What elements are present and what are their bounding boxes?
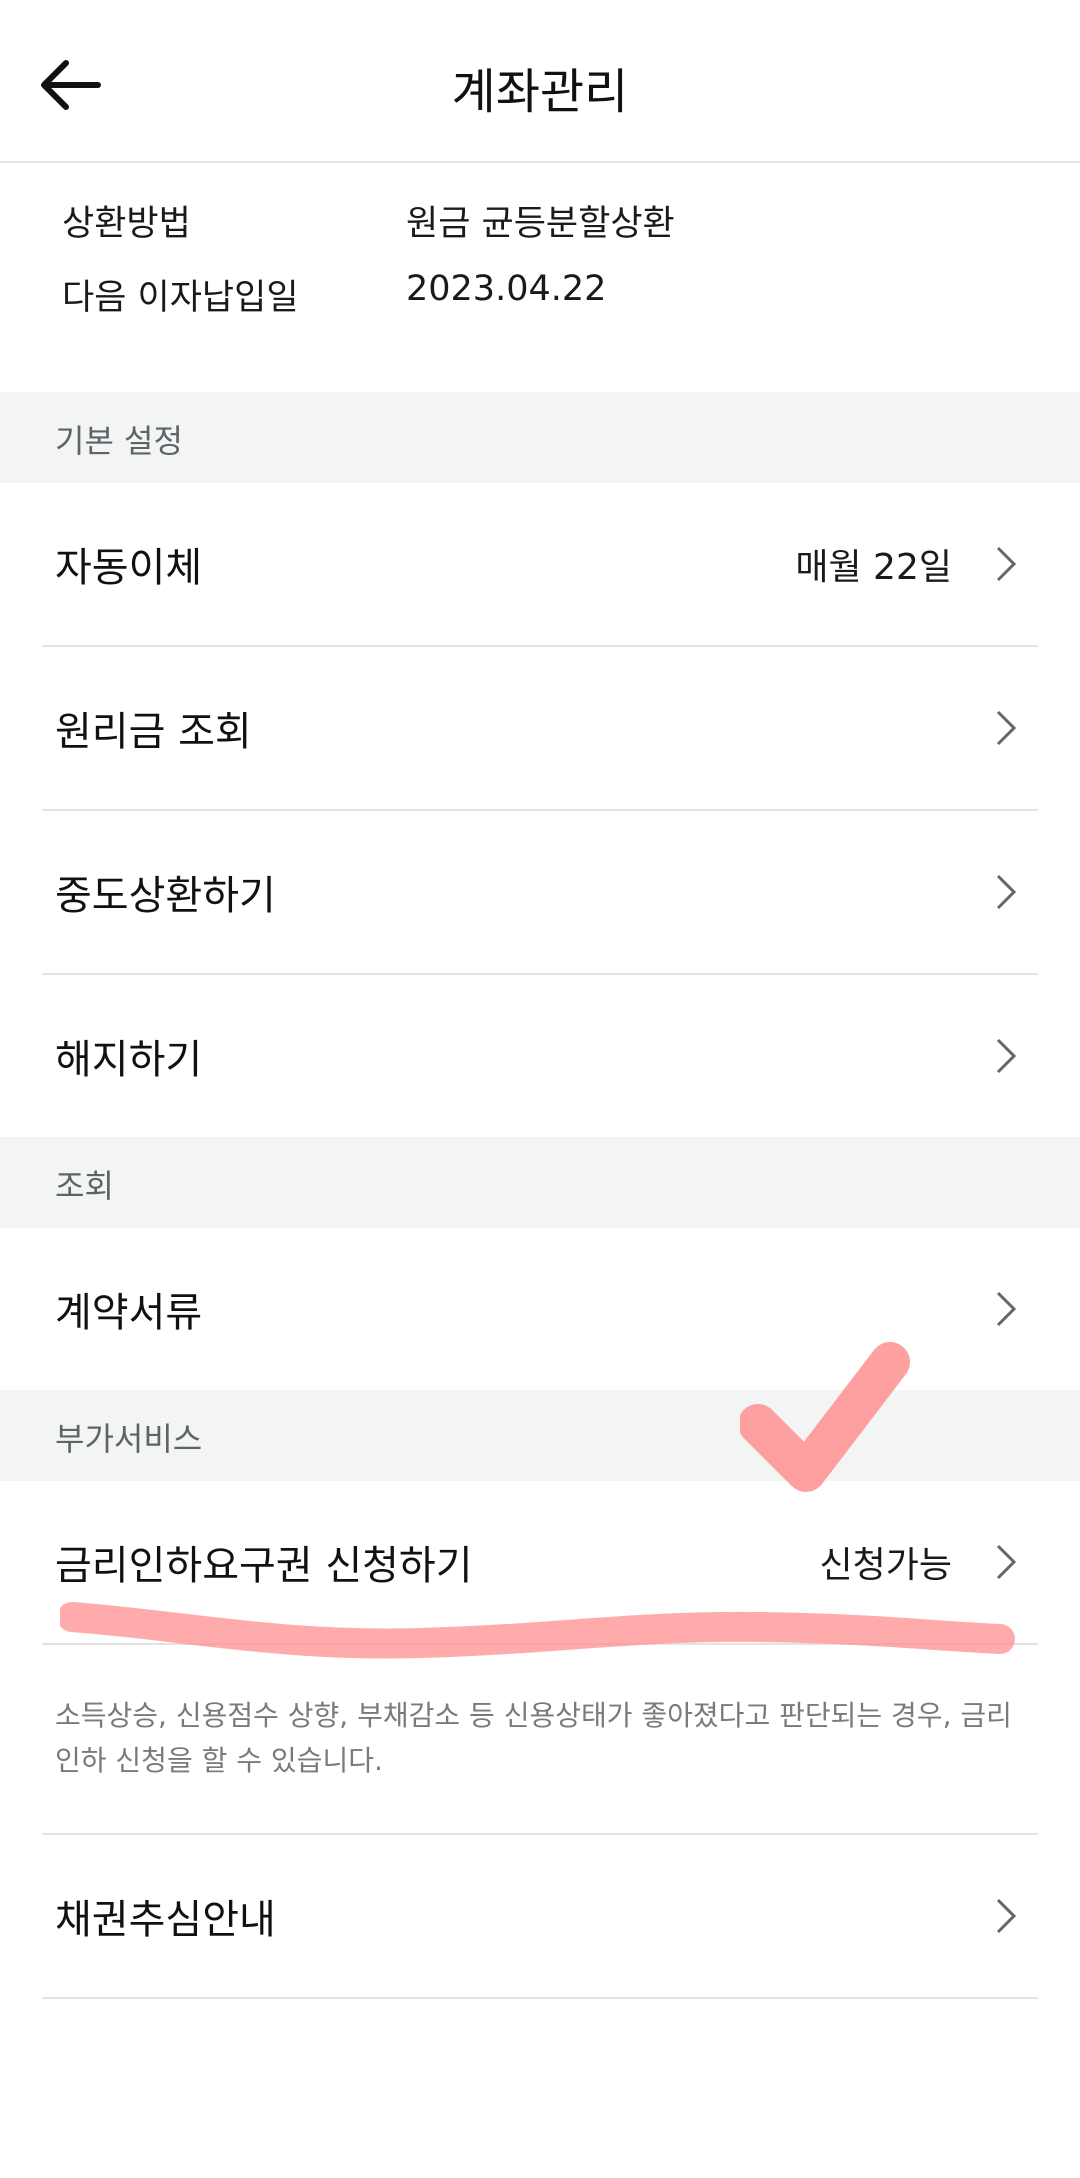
early-repayment-label: 중도상환하기: [55, 873, 276, 919]
contract-documents-row[interactable]: 계약서류: [0, 1228, 1080, 1390]
chevron-right-icon: [996, 1898, 1017, 1934]
section-extra-services: 부가서비스: [0, 1390, 1080, 1481]
chevron-right-icon: [996, 1544, 1017, 1580]
section-basic-settings: 기본 설정: [0, 392, 1080, 483]
debt-collection-info-row[interactable]: 채권추심안내: [0, 1835, 1080, 1997]
auto-transfer-label: 자동이체: [55, 545, 203, 591]
chevron-right-icon: [996, 710, 1017, 746]
app-header: 계좌관리: [0, 0, 1080, 163]
section-inquiry: 조회: [0, 1137, 1080, 1228]
section-title: 조회: [55, 1167, 114, 1205]
chevron-right-icon: [996, 546, 1017, 582]
page-title: 계좌관리: [451, 64, 629, 120]
debt-collection-info-label: 채권추심안내: [55, 1897, 276, 1943]
row-divider: [42, 1997, 1038, 1999]
section-title: 부가서비스: [55, 1420, 203, 1458]
auto-transfer-row[interactable]: 자동이체 매월 22일: [0, 483, 1080, 645]
next-interest-date-label: 다음 이자납입일: [62, 278, 299, 318]
rate-cut-request-label: 금리인하요구권 신청하기: [55, 1543, 473, 1589]
cancel-label: 해지하기: [55, 1037, 203, 1083]
repayment-method-value: 원금 균등분할상환: [406, 204, 675, 244]
principal-inquiry-label: 원리금 조회: [55, 709, 252, 755]
repayment-method-label: 상환방법: [62, 204, 191, 244]
contract-documents-label: 계약서류: [55, 1290, 203, 1336]
account-management-screen: 계좌관리 상환방법 원금 균등분할상환 다음 이자납입일 2023.04.22 …: [0, 0, 1080, 2178]
chevron-right-icon: [996, 1291, 1017, 1327]
rate-cut-description: 소득상승, 신용점수 상향, 부채감소 등 신용상태가 좋아졌다고 판단되는 경…: [55, 1699, 1012, 1777]
rate-cut-request-row[interactable]: 금리인하요구권 신청하기 신청가능: [0, 1481, 1080, 1643]
next-interest-date-value: 2023.04.22: [406, 269, 607, 309]
principal-inquiry-row[interactable]: 원리금 조회: [0, 647, 1080, 809]
row-divider: [42, 1643, 1038, 1645]
rate-cut-request-status: 신청가능: [819, 1545, 952, 1586]
auto-transfer-value: 매월 22일: [795, 547, 952, 588]
chevron-right-icon: [996, 1038, 1017, 1074]
loan-info: 상환방법 원금 균등분할상환 다음 이자납입일 2023.04.22: [0, 165, 1080, 393]
cancel-row[interactable]: 해지하기: [0, 975, 1080, 1137]
chevron-right-icon: [996, 874, 1017, 910]
section-title: 기본 설정: [55, 422, 183, 460]
early-repayment-row[interactable]: 중도상환하기: [0, 811, 1080, 973]
